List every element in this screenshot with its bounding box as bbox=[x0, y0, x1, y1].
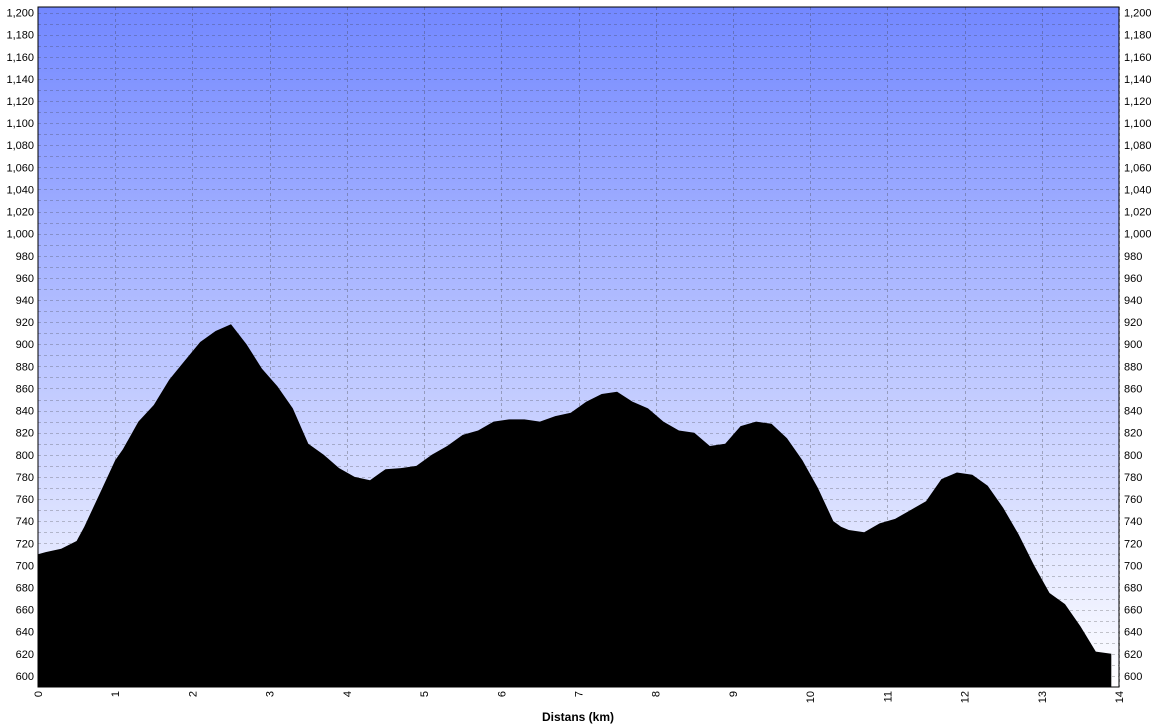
x-tick-label: 5 bbox=[419, 691, 431, 697]
y-tick-label-left: 820 bbox=[16, 428, 34, 440]
x-axis-title: Distans (km) bbox=[542, 710, 614, 724]
y-axis-right-labels: 600 620 640 660 680 700 720 740 760 780 800 820 840 8… bbox=[1124, 8, 1152, 683]
y-tick-label-right: 600 bbox=[1124, 671, 1142, 683]
y-tick-label-left: 840 bbox=[16, 406, 34, 418]
y-tick-label-right: 700 bbox=[1124, 560, 1142, 572]
y-tick-label-right: 880 bbox=[1124, 361, 1142, 373]
x-tick-label: 1 bbox=[110, 691, 122, 697]
y-tick-label-left: 900 bbox=[16, 339, 34, 351]
x-tick-label: 0 bbox=[33, 691, 45, 697]
y-axis-left-labels: 600 620 640 660 680 700 720 740 760 780 800 820 840 8… bbox=[6, 8, 34, 683]
y-tick-label-right: 740 bbox=[1124, 516, 1142, 528]
y-tick-label-right: 680 bbox=[1124, 582, 1142, 594]
x-axis-labels: 0 1 2 3 4 5 6 7 8 9 10 11 12 13 14 bbox=[33, 691, 1126, 703]
y-tick-label-left: 1,160 bbox=[6, 52, 34, 64]
y-tick-label-left: 1,020 bbox=[6, 207, 34, 219]
y-tick-label-right: 1,060 bbox=[1124, 162, 1152, 174]
y-tick-label-right: 1,120 bbox=[1124, 96, 1152, 108]
y-tick-label-left: 640 bbox=[16, 627, 34, 639]
y-tick-label-left: 1,200 bbox=[6, 8, 34, 20]
y-tick-label-right: 840 bbox=[1124, 406, 1142, 418]
y-tick-label-left: 880 bbox=[16, 361, 34, 373]
y-tick-label-left: 660 bbox=[16, 605, 34, 617]
y-tick-label-right: 1,180 bbox=[1124, 30, 1152, 42]
y-tick-label-right: 1,200 bbox=[1124, 8, 1152, 20]
y-tick-label-right: 720 bbox=[1124, 538, 1142, 550]
y-tick-label-right: 660 bbox=[1124, 605, 1142, 617]
y-tick-label-right: 800 bbox=[1124, 450, 1142, 462]
x-tick-label: 4 bbox=[342, 691, 354, 697]
y-tick-label-right: 1,080 bbox=[1124, 140, 1152, 152]
y-tick-label-left: 940 bbox=[16, 295, 34, 307]
x-tick-label: 10 bbox=[805, 691, 817, 703]
y-tick-label-right: 760 bbox=[1124, 494, 1142, 506]
y-tick-label-left: 920 bbox=[16, 317, 34, 329]
y-tick-label-left: 1,040 bbox=[6, 184, 34, 196]
y-tick-label-right: 1,020 bbox=[1124, 207, 1152, 219]
y-tick-label-left: 740 bbox=[16, 516, 34, 528]
y-tick-label-left: 760 bbox=[16, 494, 34, 506]
y-tick-label-left: 1,060 bbox=[6, 162, 34, 174]
y-tick-label-left: 620 bbox=[16, 649, 34, 661]
y-tick-label-right: 1,160 bbox=[1124, 52, 1152, 64]
y-tick-label-right: 860 bbox=[1124, 383, 1142, 395]
x-tick-label: 3 bbox=[265, 691, 277, 697]
y-tick-label-right: 940 bbox=[1124, 295, 1142, 307]
y-tick-label-right: 1,040 bbox=[1124, 184, 1152, 196]
x-tick-label: 12 bbox=[960, 691, 972, 703]
y-tick-label-right: 1,000 bbox=[1124, 229, 1152, 241]
x-tick-label: 7 bbox=[574, 691, 586, 697]
y-tick-label-left: 1,100 bbox=[6, 118, 34, 130]
y-tick-label-right: 640 bbox=[1124, 627, 1142, 639]
x-tick-label: 2 bbox=[187, 691, 199, 697]
x-tick-label: 13 bbox=[1037, 691, 1049, 703]
y-tick-label-left: 980 bbox=[16, 251, 34, 263]
y-tick-label-right: 780 bbox=[1124, 472, 1142, 484]
y-tick-label-right: 900 bbox=[1124, 339, 1142, 351]
elevation-profile-chart: 6006206406606807007207407607808008208408… bbox=[6, 6, 1152, 724]
y-tick-label-left: 1,120 bbox=[6, 96, 34, 108]
y-tick-label-right: 620 bbox=[1124, 649, 1142, 661]
x-tick-label: 9 bbox=[728, 691, 740, 697]
y-tick-label-left: 780 bbox=[16, 472, 34, 484]
y-tick-label-right: 980 bbox=[1124, 251, 1142, 263]
y-tick-label-left: 1,000 bbox=[6, 229, 34, 241]
y-tick-label-left: 1,080 bbox=[6, 140, 34, 152]
y-tick-label-right: 960 bbox=[1124, 273, 1142, 285]
x-tick-label: 11 bbox=[882, 691, 894, 702]
y-tick-label-right: 1,140 bbox=[1124, 74, 1152, 86]
y-tick-label-right: 1,100 bbox=[1124, 118, 1152, 130]
y-tick-label-left: 720 bbox=[16, 538, 34, 550]
y-tick-label-right: 920 bbox=[1124, 317, 1142, 329]
y-tick-label-left: 860 bbox=[16, 383, 34, 395]
y-tick-label-left: 1,180 bbox=[6, 30, 34, 42]
x-tick-label: 14 bbox=[1114, 691, 1126, 703]
y-tick-label-left: 800 bbox=[16, 450, 34, 462]
x-tick-label: 6 bbox=[496, 691, 508, 697]
y-tick-label-left: 600 bbox=[16, 671, 34, 683]
y-tick-label-left: 960 bbox=[16, 273, 34, 285]
y-tick-label-left: 700 bbox=[16, 560, 34, 572]
x-tick-label: 8 bbox=[651, 691, 663, 697]
y-tick-label-left: 680 bbox=[16, 582, 34, 594]
y-tick-label-left: 1,140 bbox=[6, 74, 34, 86]
y-tick-label-right: 820 bbox=[1124, 428, 1142, 440]
